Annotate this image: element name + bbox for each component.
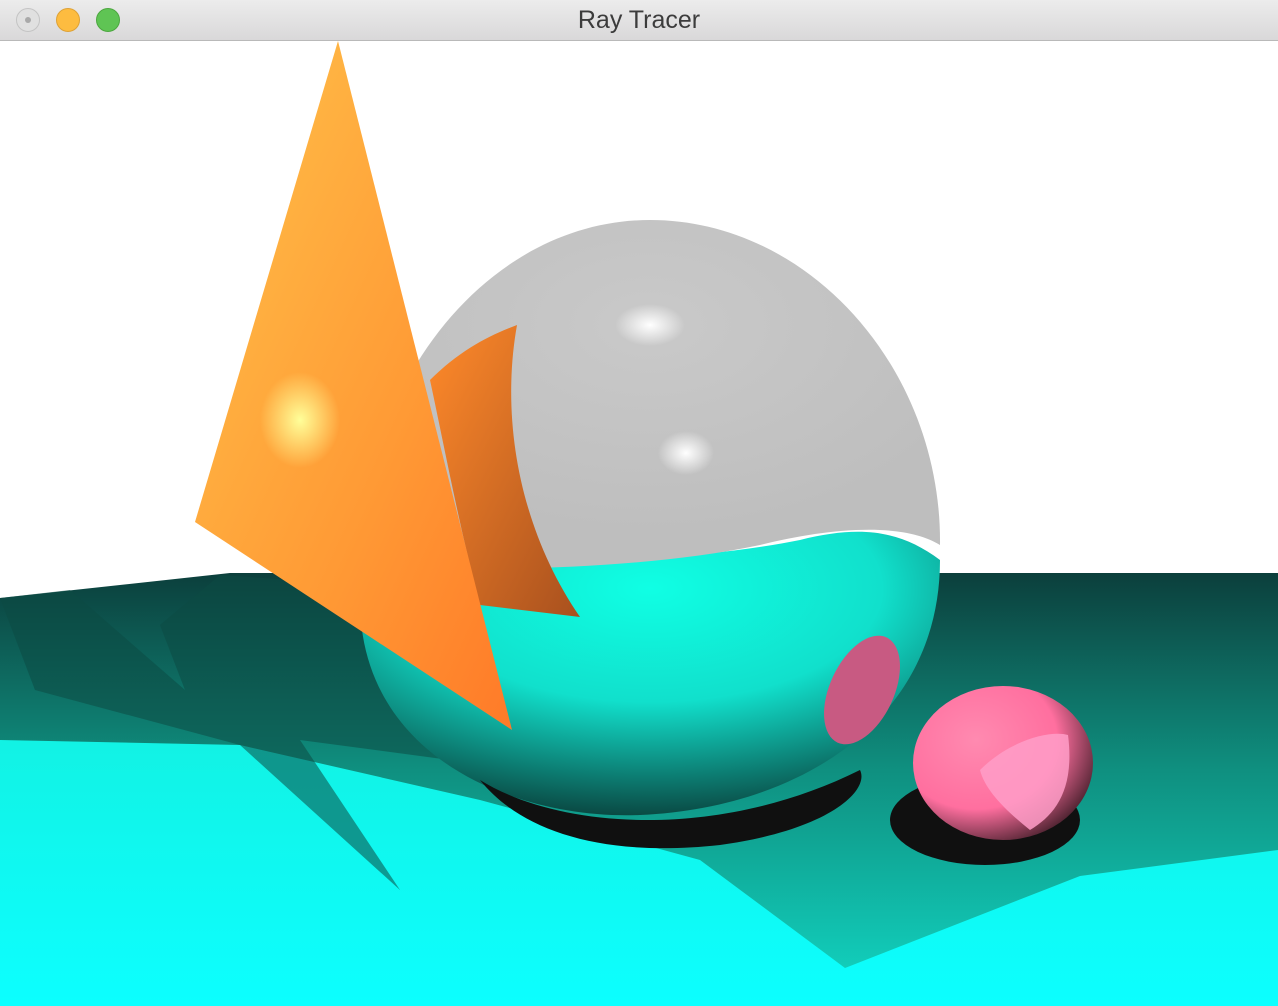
title-bar[interactable]: Ray Tracer [0,0,1278,41]
cone-highlight [260,372,340,468]
ray-tracer-window: Ray Tracer [0,0,1278,1006]
sphere-specular-highlight [658,431,714,475]
window-title: Ray Tracer [577,6,701,34]
render-canvas [0,41,1278,1006]
